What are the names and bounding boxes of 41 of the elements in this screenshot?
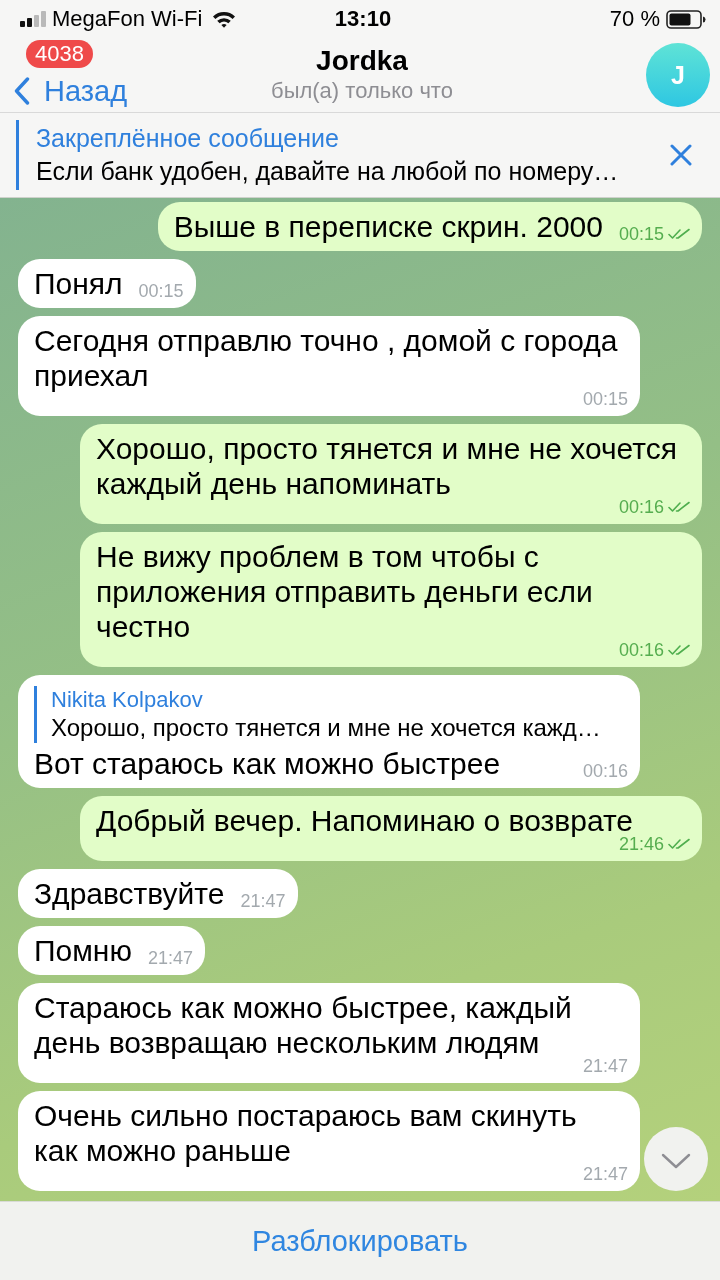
carrier-name: MegaFon Wi-Fi [52, 6, 203, 32]
message-text: Стараюсь как можно быстрее, каждый день возвращаю нескольким людям [34, 990, 573, 1060]
clock: 13:10 [334, 6, 392, 32]
pinned-title: Закреплённое сообщение [36, 123, 340, 154]
message-text: Вот стараюсь как можно быстрее [34, 746, 501, 781]
message-time: 21:47 [582, 1056, 628, 1076]
message-time: 00:15 [618, 224, 664, 244]
battery-icon [666, 9, 706, 29]
message-text: Не вижу проблем в том чтобы с приложения отправить деньги если честно [96, 539, 594, 644]
message-text: Помню [34, 933, 132, 968]
message-time: 21:46 [618, 834, 664, 854]
message-text: Очень сильно постараюсь вам скинуть как можно раньше [34, 1098, 578, 1168]
unread-count-badge: 4038 [26, 40, 93, 68]
message-text: Здравствуйте [34, 876, 225, 911]
message-time: 00:15 [138, 281, 184, 301]
message-time: 00:16 [618, 497, 664, 517]
message-text: Добрый вечер. Напоминаю о возврате [96, 803, 634, 837]
reply-text: Хорошо, просто тянется и мне не хочется кажд… [51, 713, 602, 742]
chat-title[interactable]: Jordka [316, 45, 408, 77]
reply-quote[interactable]: Nikita Kolpakov Хорошо, просто тянется и мне не хочется кажд… [34, 686, 624, 743]
pinned-text: Если банк удобен, давайте на любой по номеру… [36, 156, 619, 187]
message-text: Выше в переписке скрин. 2000 [173, 209, 603, 244]
reply-author: Nikita Kolpakov [51, 687, 204, 713]
message-time: 21:47 [582, 1164, 628, 1184]
message-text: Сегодня отправлю точно , домой с города приехал [34, 323, 619, 392]
close-icon[interactable] [670, 144, 692, 166]
message-text: Понял [34, 266, 123, 301]
message-time: 00:16 [618, 640, 664, 660]
message-time: 00:16 [582, 761, 628, 781]
signal-icon [20, 11, 46, 27]
chevron-down-icon [661, 1153, 691, 1169]
chevron-left-icon [14, 77, 30, 105]
message-time: 21:47 [240, 891, 286, 911]
message-text: Хорошо, просто тянется и мне не хочется каждый день напоминать [96, 431, 678, 500]
last-seen-status: был(а) только что [271, 77, 453, 105]
back-button[interactable]: Назад [14, 74, 132, 108]
message-time: 21:47 [147, 948, 193, 968]
message-time: 00:15 [582, 389, 628, 409]
battery-percent: 70 % [609, 6, 660, 32]
pinned-message[interactable]: Закреплённое сообщение Если банк удобен, давайте на любой по номеру… [16, 120, 619, 190]
wifi-icon [212, 10, 237, 28]
